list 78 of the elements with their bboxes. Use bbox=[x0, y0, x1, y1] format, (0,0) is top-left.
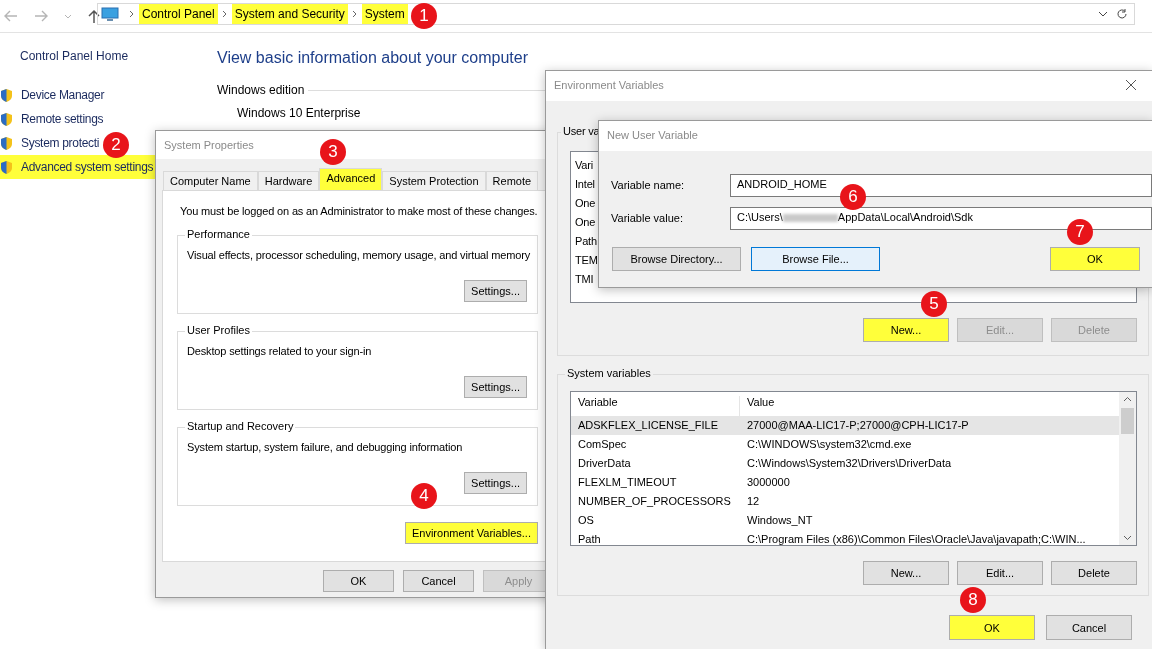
dialog-button[interactable]: OK bbox=[949, 615, 1035, 640]
dialog-button[interactable]: Browse Directory... bbox=[612, 247, 741, 271]
group-description: Desktop settings related to your sign-in bbox=[187, 345, 372, 359]
table-cell-text: Intel bbox=[575, 176, 595, 192]
dialog-button[interactable]: OK bbox=[323, 570, 394, 592]
environment-variables-button[interactable]: Environment Variables... bbox=[404, 522, 538, 545]
scrollbar-thumb[interactable] bbox=[1121, 408, 1134, 434]
sidebar-link[interactable]: Remote settings bbox=[21, 112, 106, 127]
shield-icon bbox=[0, 111, 13, 127]
edition-text: Windows 10 Enterprise bbox=[237, 105, 362, 120]
sidebar-link[interactable]: Control Panel Home bbox=[20, 49, 200, 64]
group-title: System variables bbox=[565, 367, 653, 381]
section-label: Windows edition bbox=[217, 83, 305, 98]
table-cell-text: 3000000 bbox=[746, 475, 790, 490]
chevron-icon[interactable] bbox=[351, 10, 358, 18]
breadcrumb-item[interactable]: System and Security bbox=[231, 3, 348, 25]
dialog-button[interactable]: New... bbox=[863, 561, 949, 585]
shield-icon bbox=[0, 87, 13, 103]
group-title: Startup and Recovery bbox=[185, 420, 296, 434]
table-cell-text: C:\WINDOWS\system32\cmd.exe bbox=[746, 437, 912, 452]
field-label: Variable name: bbox=[610, 178, 686, 193]
settings-button[interactable]: Settings... bbox=[464, 376, 527, 399]
column-header: Variable bbox=[577, 396, 619, 410]
table-cell-text: Path bbox=[575, 233, 597, 249]
table-cell-text: One bbox=[575, 214, 596, 230]
table-cell-text: One bbox=[575, 195, 596, 211]
settings-button[interactable]: Settings... bbox=[464, 280, 527, 303]
refresh-icon[interactable] bbox=[1116, 8, 1128, 20]
chevron-icon[interactable] bbox=[221, 10, 228, 18]
page-heading: View basic information about your computer bbox=[217, 48, 529, 68]
group-description: Visual effects, processor scheduling, memory usage, and virtual memory bbox=[187, 249, 531, 263]
dialog-button[interactable]: OK bbox=[1050, 247, 1140, 271]
field-label: Variable value: bbox=[610, 211, 684, 226]
shield-icon bbox=[0, 159, 13, 175]
tab[interactable]: Advanced bbox=[319, 168, 383, 190]
column-header: Vari bbox=[575, 157, 593, 173]
table-cell-text: Windows_NT bbox=[746, 513, 813, 528]
chevron-icon[interactable] bbox=[129, 10, 135, 18]
table-cell-text: NUMBER_OF_PROCESSORS bbox=[577, 494, 732, 509]
sidebar-link[interactable]: Device Manager bbox=[21, 88, 107, 103]
dialog-button[interactable]: New... bbox=[863, 318, 949, 342]
settings-button[interactable]: Settings... bbox=[464, 472, 527, 495]
table-cell-text: ComSpec bbox=[577, 437, 628, 452]
step-number-badge: 1 bbox=[411, 3, 437, 29]
table-cell-text: Path bbox=[577, 532, 602, 545]
tab[interactable]: Remote bbox=[485, 171, 539, 190]
table-cell-text: 12 bbox=[746, 494, 760, 509]
dialog-button[interactable]: Cancel bbox=[403, 570, 474, 592]
notice-text: You must be logged on as an Administrator to make most of these changes. bbox=[180, 205, 538, 219]
breadcrumb-item[interactable]: Control Panel bbox=[139, 3, 218, 25]
dialog-button[interactable]: Browse File... bbox=[751, 247, 880, 271]
table-cell-text: ADSKFLEX_LICENSE_FILE bbox=[577, 418, 719, 433]
up-icon[interactable] bbox=[88, 9, 100, 23]
computer-icon bbox=[101, 6, 119, 22]
group-description: System startup, system failure, and debugging information bbox=[187, 441, 463, 455]
dialog-button[interactable]: Delete bbox=[1051, 561, 1137, 585]
window-title: Environment Variables bbox=[554, 79, 664, 93]
table-cell-text: FLEXLM_TIMEOUT bbox=[577, 475, 678, 490]
table-cell-text: C:\Program Files (x86)\Common Files\Oracle\Java\javapath;C:\WIN... bbox=[746, 532, 1086, 545]
step-number-badge: 2 bbox=[103, 132, 129, 158]
table-cell-text: TMI bbox=[575, 271, 594, 287]
shield-icon bbox=[0, 135, 13, 151]
tab[interactable]: Hardware bbox=[257, 171, 320, 190]
table-cell-text: C:\Windows\System32\Drivers\DriverData bbox=[746, 456, 952, 471]
dialog-button[interactable]: Edit... bbox=[957, 561, 1043, 585]
table-cell-text: DriverData bbox=[577, 456, 632, 471]
dropdown-icon[interactable] bbox=[1098, 11, 1108, 17]
tab[interactable]: Computer Name bbox=[163, 171, 258, 190]
table-cell-text: OS bbox=[577, 513, 595, 528]
sidebar-link[interactable]: System protecti bbox=[21, 136, 102, 151]
dialog-button[interactable]: Cancel bbox=[1046, 615, 1132, 640]
close-icon[interactable] bbox=[1125, 79, 1137, 91]
table-cell-text: 27000@MAA-LIC17-P;27000@CPH-LIC17-P bbox=[746, 418, 969, 433]
table-row[interactable]: ADSKFLEX_LICENSE_FILE 27000@MAA-LIC17-P;27000@CPH-LIC17-P bbox=[571, 416, 1119, 435]
breadcrumb-item[interactable]: System bbox=[361, 3, 408, 25]
tab[interactable]: System Protection bbox=[382, 171, 486, 190]
window-title: New User Variable bbox=[599, 121, 1152, 151]
table-cell-text: TEM bbox=[575, 252, 598, 268]
